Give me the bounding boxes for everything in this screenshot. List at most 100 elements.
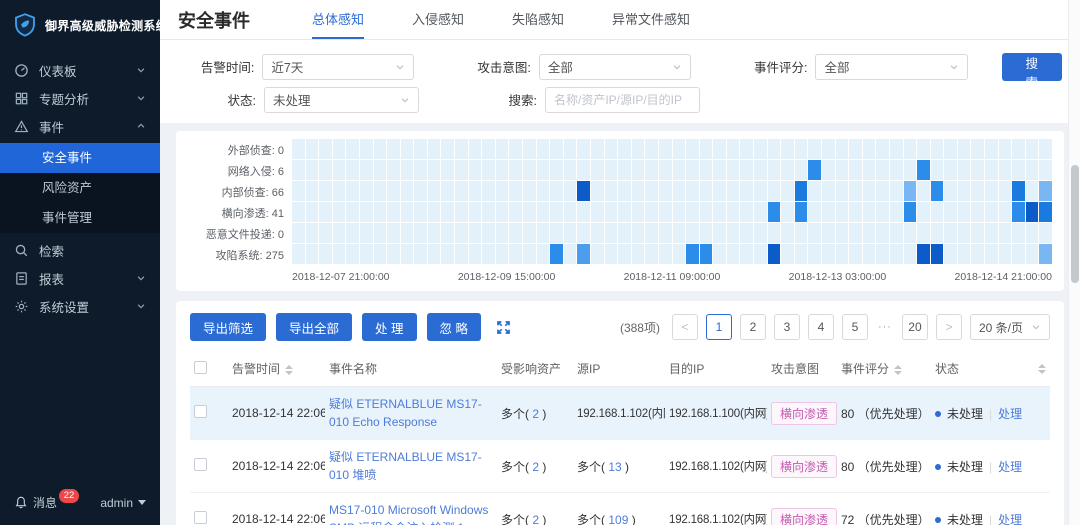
handle-action-link[interactable]: 处理 xyxy=(998,513,1022,525)
heatmap-cell xyxy=(944,244,957,264)
heatmap-cell xyxy=(1026,160,1039,180)
sidebar-item-event-management[interactable]: 事件管理 xyxy=(0,203,160,233)
prev-page-button[interactable]: < xyxy=(672,314,698,340)
heatmap-cell xyxy=(985,181,998,201)
sidebar-item-analysis[interactable]: 专题分析 xyxy=(0,84,160,112)
header-alarm-time[interactable]: 告警时间 xyxy=(228,351,325,387)
page-title: 安全事件 xyxy=(178,0,250,39)
heatmap-cell xyxy=(999,160,1012,180)
tab-compromise-perception[interactable]: 失陷感知 xyxy=(512,0,564,39)
status-select[interactable]: 未处理 xyxy=(264,87,419,113)
page-button-last[interactable]: 20 xyxy=(902,314,928,340)
sidebar-item-search[interactable]: 检索 xyxy=(0,236,160,264)
page-ellipsis[interactable]: ··· xyxy=(878,321,892,333)
heatmap-cell xyxy=(863,244,876,264)
heatmap-cell xyxy=(890,160,903,180)
heatmap-cell xyxy=(618,202,631,222)
scrollbar[interactable] xyxy=(1068,0,1080,525)
select-all-checkbox[interactable] xyxy=(194,361,207,374)
page-button-1[interactable]: 1 xyxy=(706,314,732,340)
heatmap-cell xyxy=(496,160,509,180)
sidebar-item-events[interactable]: 事件 xyxy=(0,112,160,140)
heatmap-cell xyxy=(591,160,604,180)
heatmap-cell xyxy=(795,181,808,201)
sidebar-item-settings[interactable]: 系统设置 xyxy=(0,292,160,320)
export-filtered-button[interactable]: 导出筛选 xyxy=(190,313,266,341)
notifications-button[interactable]: 消息 22 xyxy=(14,494,82,511)
event-name-link[interactable]: 疑似 ETERNALBLUE MS17-010 堆喷 xyxy=(329,450,482,482)
sidebar-item-security-events[interactable]: 安全事件 xyxy=(0,143,160,173)
keyword-search-input[interactable] xyxy=(545,87,700,113)
page-button-3[interactable]: 3 xyxy=(774,314,800,340)
heatmap-cell xyxy=(577,181,590,201)
heatmap-row-label: 横向渗透: 41 xyxy=(188,202,292,223)
next-page-button[interactable]: > xyxy=(936,314,962,340)
heatmap-cell xyxy=(645,223,658,243)
handle-button[interactable]: 处 理 xyxy=(362,313,416,341)
tab-intrusion-perception[interactable]: 入侵感知 xyxy=(412,0,464,39)
affected-assets-cell-count-link[interactable]: 2 xyxy=(532,407,539,421)
page-button-5[interactable]: 5 xyxy=(842,314,868,340)
heatmap-cell xyxy=(836,244,849,264)
heatmap-cell xyxy=(550,244,563,264)
sort-icon[interactable] xyxy=(285,365,293,375)
heatmap-cell xyxy=(550,181,563,201)
caret-down-icon xyxy=(138,500,146,505)
heatmap-cell xyxy=(360,202,373,222)
heatmap-cell xyxy=(387,181,400,201)
source-ip-cell-count-link[interactable]: 13 xyxy=(608,460,621,474)
tab-abnormal-file-perception[interactable]: 异常文件感知 xyxy=(612,0,690,39)
sidebar-item-dashboard[interactable]: 仪表板 xyxy=(0,56,160,84)
search-button[interactable]: 搜索 xyxy=(1002,53,1062,81)
event-score-select[interactable]: 全部 xyxy=(815,54,967,80)
heatmap-cell xyxy=(863,160,876,180)
alarm-time-select[interactable]: 近7天 xyxy=(262,54,414,80)
heatmap-cell xyxy=(414,223,427,243)
heatmap-cell xyxy=(931,139,944,159)
heatmap-cell xyxy=(971,181,984,201)
heatmap-cell xyxy=(985,160,998,180)
heatmap-cell xyxy=(958,139,971,159)
heatmap-cell xyxy=(795,223,808,243)
heatmap-cell xyxy=(713,202,726,222)
sidebar-item-reports[interactable]: 报表 xyxy=(0,264,160,292)
page-size-select[interactable]: 20 条/页 xyxy=(970,314,1050,340)
chevron-down-icon xyxy=(1031,322,1041,332)
sort-icon[interactable] xyxy=(894,365,902,375)
scrollbar-thumb[interactable] xyxy=(1071,165,1079,283)
fullscreen-icon[interactable] xyxy=(495,319,512,336)
heatmap-cell xyxy=(727,202,740,222)
heatmap-cell xyxy=(931,244,944,264)
heatmap-cell xyxy=(496,202,509,222)
page-button-2[interactable]: 2 xyxy=(740,314,766,340)
attack-intent-select[interactable]: 全部 xyxy=(539,54,691,80)
header-status[interactable]: 状态 xyxy=(931,351,1050,387)
source-ip-cell-count-link[interactable]: 109 xyxy=(608,513,628,525)
handle-action-link[interactable]: 处理 xyxy=(998,407,1022,421)
heatmap-cell xyxy=(319,181,332,201)
event-name-cell: 疑似 ETERNALBLUE MS17-010 Echo Response xyxy=(325,387,497,440)
heatmap-cell xyxy=(659,223,672,243)
page-button-4[interactable]: 4 xyxy=(808,314,834,340)
heatmap-cell xyxy=(618,181,631,201)
header-event-score[interactable]: 事件评分 xyxy=(837,351,931,387)
heatmap-cell xyxy=(306,139,319,159)
sidebar-item-risk-assets[interactable]: 风险资产 xyxy=(0,173,160,203)
tab-overall-perception[interactable]: 总体感知 xyxy=(312,0,364,39)
heatmap-cell xyxy=(509,139,522,159)
affected-assets-cell-count-link[interactable]: 2 xyxy=(532,513,539,525)
ignore-button[interactable]: 忽 略 xyxy=(427,313,481,341)
export-all-button[interactable]: 导出全部 xyxy=(276,313,352,341)
sort-icon[interactable] xyxy=(1038,364,1046,374)
row-checkbox[interactable] xyxy=(194,458,207,471)
topbar: 安全事件 总体感知 入侵感知 失陷感知 异常文件感知 xyxy=(160,0,1080,40)
handle-action-link[interactable]: 处理 xyxy=(998,460,1022,474)
row-checkbox[interactable] xyxy=(194,511,207,524)
event-name-link[interactable]: MS17-010 Microsoft Windows SMB 远程命令注入检测 … xyxy=(329,503,488,525)
affected-assets-cell-count-link[interactable]: 2 xyxy=(532,460,539,474)
heatmap-cell xyxy=(917,139,930,159)
heatmap-cell xyxy=(822,160,835,180)
user-menu[interactable]: admin xyxy=(100,496,146,510)
row-checkbox[interactable] xyxy=(194,405,207,418)
event-name-link[interactable]: 疑似 ETERNALBLUE MS17-010 Echo Response xyxy=(329,397,482,429)
